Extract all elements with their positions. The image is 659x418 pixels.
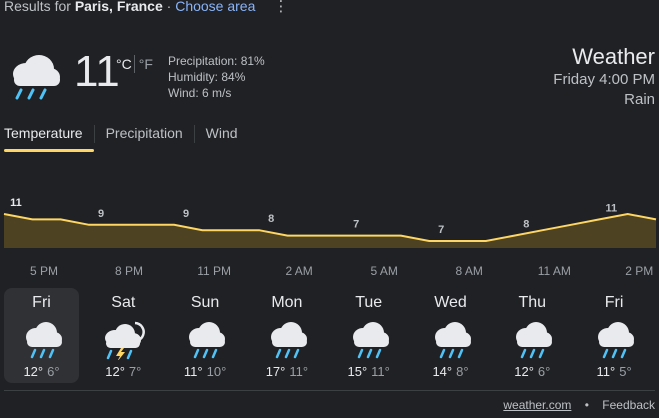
chart-x-tick: 8 PM — [115, 264, 143, 278]
tab-precipitation[interactable]: Precipitation — [95, 124, 194, 152]
forecast-day-0[interactable]: Fri 12° 6° — [4, 288, 79, 383]
day-name: Sat — [111, 294, 136, 311]
forecast-day-2[interactable]: Sun 11° 10° — [168, 288, 243, 383]
low-temp: 11° — [371, 364, 390, 379]
footer: weather.com • Feedback — [503, 398, 655, 412]
forecast-day-4[interactable]: Tue 15° 11° — [331, 288, 406, 383]
chart-x-tick: 2 AM — [285, 264, 312, 278]
day-temps: 14° 8° — [413, 364, 488, 379]
current-temperature: 11 — [74, 47, 120, 96]
low-temp: 11° — [289, 364, 309, 379]
temperature-chart: 11 9 9 8 7 7 8 11 5 PM 8 PM 11 PM 2 AM 5 AM 8 AM 11 AM… — [3, 197, 657, 278]
forecast-day-3[interactable]: Mon 17° 11° — [249, 288, 324, 383]
chart-data-label: 8 — [523, 219, 529, 231]
tab-wind[interactable]: Wind — [195, 124, 249, 152]
footer-divider — [4, 390, 655, 391]
day-temps: 11° 10° — [168, 364, 243, 379]
low-temp: 8° — [456, 364, 469, 379]
day-name: Fri — [604, 294, 624, 311]
day-temps: 12° 7° — [86, 364, 161, 379]
low-temp: 6° — [537, 364, 551, 379]
day-temps: 17° 11° — [249, 364, 324, 379]
rain-cloud-icon — [189, 322, 226, 359]
rain-cloud-icon — [516, 322, 553, 359]
chart-data-label: 8 — [268, 213, 274, 225]
rain-cloud-icon — [352, 322, 389, 359]
forecast-day-6[interactable]: Thu 12° 6° — [495, 288, 570, 383]
high-temp: 14° — [432, 364, 453, 379]
chart-tabs: Temperature Precipitation Wind — [4, 124, 249, 152]
forecast-day-5[interactable]: Wed 14° 8° — [413, 288, 488, 383]
chart-x-tick: 2 PM — [625, 264, 653, 278]
chart-data-label: 9 — [98, 208, 104, 220]
day-name: Sun — [190, 294, 220, 311]
current-condition: Rain — [624, 91, 655, 108]
precipitation-text: Precipitation: 81% — [168, 54, 265, 68]
separator-dot: · — [166, 0, 172, 14]
wind-text: Wind: 6 m/s — [168, 86, 232, 100]
chart-x-tick: 5 PM — [30, 264, 58, 278]
day-name: Wed — [434, 294, 467, 311]
daily-forecast: Fri 12° 6° Sat 12° 7° Sun 11° 10° Mon 17° 11° Tue 15°… — [4, 288, 656, 384]
rain-cloud-icon — [434, 322, 471, 359]
footer-dot: • — [584, 398, 589, 412]
rain-cloud-icon — [598, 322, 635, 359]
forecast-day-1[interactable]: Sat 12° 7° — [86, 288, 161, 383]
celsius-button[interactable]: °C — [116, 56, 132, 72]
fahrenheit-button[interactable]: °F — [139, 56, 153, 72]
day-name: Tue — [355, 294, 383, 311]
unit-divider — [133, 55, 135, 73]
rain-cloud-icon — [25, 322, 62, 359]
day-name: Fri — [32, 294, 51, 311]
high-temp: 11° — [183, 364, 203, 379]
chart-data-label: 11 — [605, 202, 617, 214]
rain-cloud-icon — [13, 55, 60, 100]
high-temp: 11° — [596, 364, 616, 379]
chart-data-label: 11 — [10, 197, 22, 209]
day-name: Mon — [271, 294, 303, 311]
rain-cloud-icon — [270, 322, 307, 359]
chart-x-tick: 11 AM — [538, 264, 571, 278]
low-temp: 5° — [619, 364, 632, 379]
results-prefix: Results for — [4, 0, 71, 14]
tab-temperature[interactable]: Temperature — [4, 124, 94, 152]
chart-x-tick: 11 PM — [197, 264, 231, 278]
feedback-link[interactable]: Feedback — [602, 398, 655, 412]
chart-data-label: 7 — [438, 224, 444, 236]
forecast-day-7[interactable]: Fri 11° 5° — [577, 288, 652, 383]
thunderstorm-cloud-icon — [105, 321, 146, 360]
day-temps: 12° 6° — [4, 364, 79, 379]
source-link[interactable]: weather.com — [503, 398, 571, 412]
chart-x-tick: 5 AM — [370, 264, 397, 278]
high-temp: 12° — [105, 364, 125, 379]
weather-headline: Weather Friday 4:00 PM Rain — [553, 44, 655, 110]
more-options-icon[interactable]: ⋮ — [272, 0, 290, 15]
results-bar: Results for Paris, France · Choose area … — [4, 0, 289, 16]
low-temp: 10° — [206, 364, 227, 379]
high-temp: 15° — [347, 364, 368, 379]
unit-toggle: °C °F — [116, 55, 153, 73]
chart-x-tick: 8 AM — [456, 264, 483, 278]
weather-details: Precipitation: 81% Humidity: 84% Wind: 6… — [168, 53, 265, 101]
day-temps: 11° 5° — [577, 364, 652, 379]
chart-data-label: 7 — [353, 219, 359, 231]
current-time: Friday 4:00 PM — [553, 71, 655, 88]
high-temp: 12° — [23, 364, 44, 379]
day-temps: 15° 11° — [331, 364, 406, 379]
high-temp: 17° — [265, 364, 286, 379]
low-temp: 6° — [47, 364, 60, 379]
high-temp: 12° — [514, 364, 534, 379]
location-name: Paris, France — [74, 0, 163, 14]
choose-area-link[interactable]: Choose area — [175, 0, 255, 14]
chart-data-label: 9 — [183, 208, 189, 220]
weather-title: Weather — [572, 44, 655, 69]
day-temps: 12° 6° — [495, 364, 570, 379]
low-temp: 7° — [128, 364, 142, 379]
humidity-text: Humidity: 84% — [168, 70, 246, 84]
day-name: Thu — [518, 294, 547, 311]
